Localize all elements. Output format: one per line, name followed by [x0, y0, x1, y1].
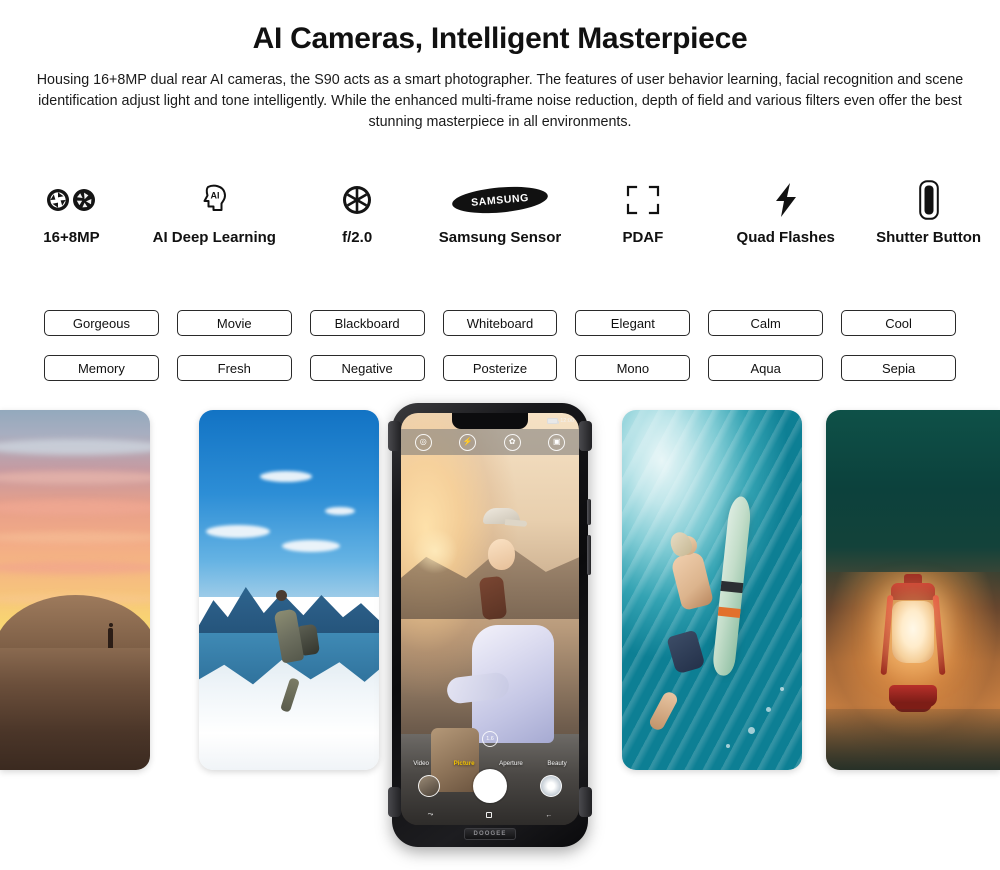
switch-camera-icon[interactable]: ▣ [548, 433, 566, 451]
feature-icon-strip: 16+8MP AI AI Deep Learning f/2.0 SAMSUNG… [0, 177, 1000, 289]
filter-chip-blackboard[interactable]: Blackboard [309, 310, 425, 336]
filter-chip-aqua[interactable]: Aqua [708, 355, 824, 381]
filter-button[interactable]: ❀ [540, 775, 563, 797]
feature-item-ai-deep-learning: AI AI Deep Learning [143, 177, 286, 289]
mountain-hiker-photo [199, 410, 379, 770]
underwater-surfer-photo [622, 410, 802, 770]
filter-chip-whiteboard[interactable]: Whiteboard [442, 310, 558, 336]
filter-icon[interactable]: ✿ [503, 433, 521, 451]
phone-mockup: 12:00 ◎ ⚡ ✿ ▣ 1.6 Video Picture Aperture… [388, 403, 592, 847]
navigation-bar: ⤳ ← [401, 811, 579, 819]
phone-chin: DOOGEE [401, 825, 579, 843]
home-icon[interactable] [486, 812, 493, 818]
filter-chip-posterize[interactable]: Posterize [442, 355, 558, 381]
filter-chip-memory[interactable]: Memory [44, 355, 159, 381]
feature-label: PDAF [622, 229, 664, 246]
filter-chip-sepia[interactable]: Sepia [841, 355, 956, 381]
camera-mode-bar: Video Picture Aperture Beauty [401, 760, 579, 767]
power-button[interactable] [587, 535, 591, 575]
feature-label: Quad Flashes [736, 229, 835, 246]
camera-controls: ❀ [401, 769, 579, 803]
corner-bumper [388, 787, 401, 817]
corner-bumper [579, 787, 592, 817]
corner-bumper [388, 421, 401, 451]
feature-label: 16+8MP [43, 229, 100, 246]
feature-item-quad-flashes: Quad Flashes [714, 177, 857, 289]
shutter-button-icon [918, 177, 939, 223]
samsung-logo-icon: SAMSUNG [451, 177, 549, 223]
battery-icon [547, 418, 560, 424]
filter-chip-gorgeous[interactable]: Gorgeous [44, 310, 159, 336]
back-icon[interactable]: ← [545, 812, 552, 819]
feature-label: Samsung Sensor [438, 229, 562, 246]
recents-icon[interactable]: ⤳ [428, 811, 434, 819]
mode-tab-picture[interactable]: Picture [454, 760, 475, 767]
camera-toolbar: ◎ ⚡ ✿ ▣ [401, 429, 579, 455]
feature-item-16-8mp: 16+8MP [0, 177, 143, 289]
aperture-value-badge[interactable]: 1.6 [482, 731, 498, 747]
ai-head-icon: AI [194, 177, 234, 223]
feature-label: Shutter Button [876, 229, 982, 246]
filter-chip-cool[interactable]: Cool [841, 310, 956, 336]
corner-bumper [579, 421, 592, 451]
filter-chip-grid: Gorgeous Movie Blackboard Whiteboard Ele… [44, 310, 956, 381]
gallery-thumbnail-button[interactable] [417, 775, 440, 797]
mode-tab-aperture[interactable]: Aperture [499, 760, 523, 767]
hdr-icon[interactable]: ◎ [414, 433, 432, 451]
dual-aperture-icon [46, 177, 96, 223]
subject-head [488, 538, 516, 570]
cap [482, 508, 520, 525]
feature-item-pdaf: PDAF [571, 177, 714, 289]
feature-item-f20: f/2.0 [286, 177, 429, 289]
filter-chip-calm[interactable]: Calm [708, 310, 824, 336]
hiker-silhouette [108, 622, 113, 648]
feature-label: AI Deep Learning [152, 229, 276, 246]
page-description: Housing 16+8MP dual rear AI cameras, the… [36, 72, 964, 130]
filter-chip-elegant[interactable]: Elegant [575, 310, 691, 336]
display-notch [452, 413, 528, 429]
feature-label: f/2.0 [342, 229, 373, 246]
focus-brackets-icon [625, 177, 661, 223]
filter-chip-mono[interactable]: Mono [575, 355, 691, 381]
shutter-button[interactable] [472, 769, 507, 803]
volume-button[interactable] [587, 499, 591, 525]
aperture-blades-icon [341, 177, 373, 223]
feature-item-shutter-button: Shutter Button [857, 177, 1000, 289]
lantern [877, 574, 949, 713]
mode-tab-beauty[interactable]: Beauty [547, 760, 566, 767]
filter-chip-fresh[interactable]: Fresh [176, 355, 292, 381]
filter-chip-negative[interactable]: Negative [309, 355, 425, 381]
feature-item-samsung-sensor: SAMSUNG Samsung Sensor [429, 177, 572, 289]
desert-sunset-photo [0, 410, 150, 770]
product-feature-page: AI Cameras, Intelligent Masterpiece Hous… [0, 22, 1000, 870]
sun-flare [411, 528, 458, 575]
status-time: 12:00 [560, 418, 574, 424]
phone-screen: 12:00 ◎ ⚡ ✿ ▣ 1.6 Video Picture Aperture… [401, 413, 579, 825]
svg-text:AI: AI [211, 191, 220, 201]
red-lantern-photo [826, 410, 1000, 770]
filter-chip-movie[interactable]: Movie [176, 310, 292, 336]
brand-logo: DOOGEE [463, 828, 517, 840]
mode-tab-video[interactable]: Video [413, 760, 429, 767]
flash-icon[interactable]: ⚡ [459, 433, 477, 451]
page-title: AI Cameras, Intelligent Masterpiece [252, 22, 748, 55]
lightning-bolt-icon [772, 177, 800, 223]
